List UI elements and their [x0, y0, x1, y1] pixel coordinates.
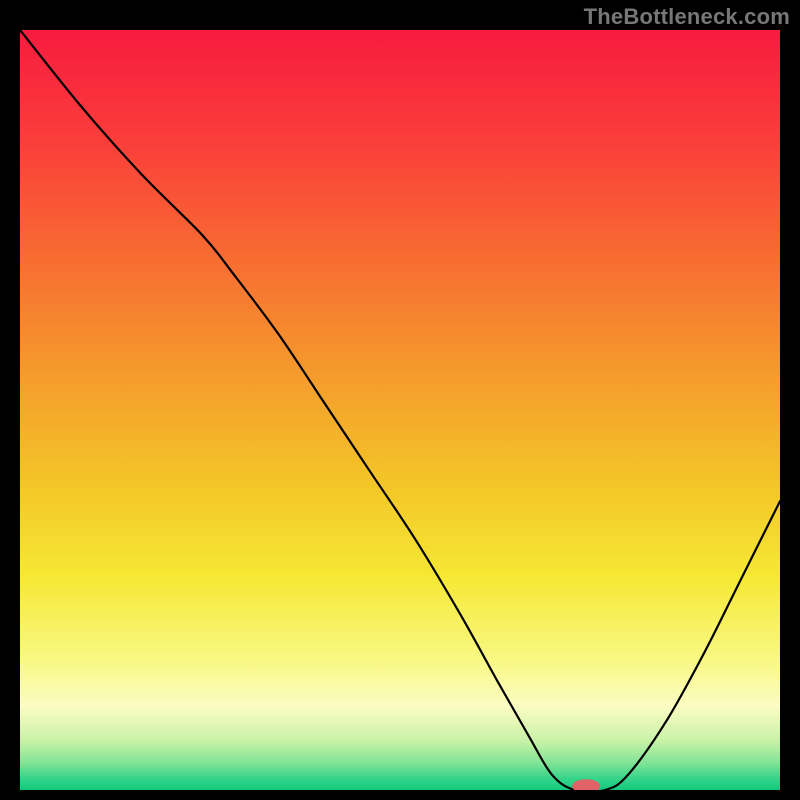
gradient-background	[20, 30, 780, 790]
chart-svg	[20, 30, 780, 790]
plot-area	[20, 30, 780, 790]
watermark-text: TheBottleneck.com	[584, 4, 790, 30]
chart-container: TheBottleneck.com	[0, 0, 800, 800]
